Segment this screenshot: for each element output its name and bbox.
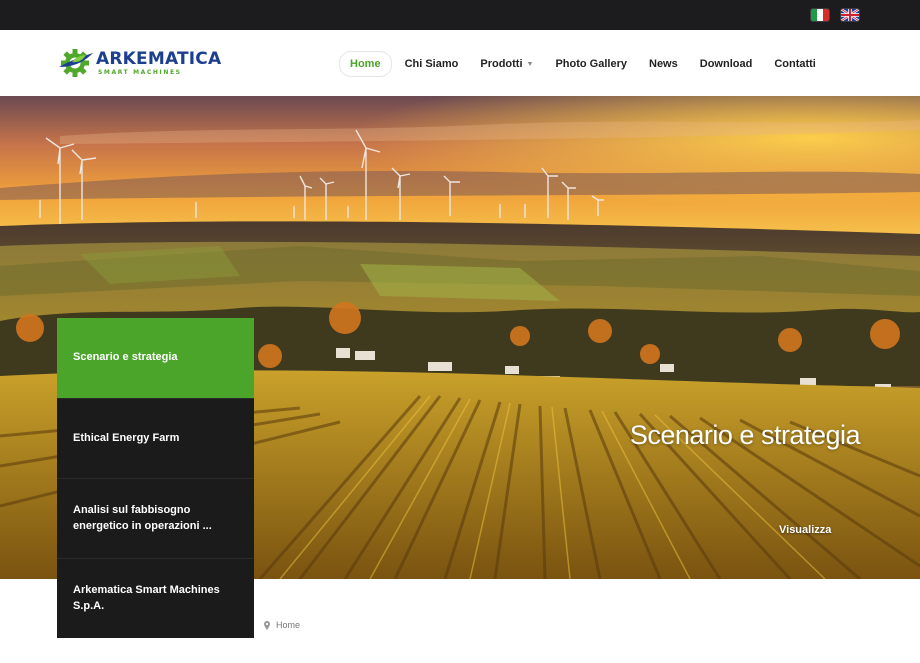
slide-label: Analisi sul fabbisogno energetico in ope… (73, 503, 212, 532)
italian-flag-icon[interactable] (811, 9, 829, 21)
nav-item-photo-gallery[interactable]: Photo Gallery (544, 52, 638, 76)
nav-item-chi-siamo[interactable]: Chi Siamo (394, 52, 470, 76)
slide-label: Arkematica Smart Machines S.p.A. (73, 583, 220, 612)
slide-item-ethical-energy-farm[interactable]: Ethical Energy Farm (57, 398, 254, 478)
nav-news-label: News (649, 58, 678, 70)
hero-title: Scenario e strategia (629, 420, 861, 450)
nav-item-prodotti[interactable]: Prodotti ▼ (469, 52, 544, 76)
brand-logo[interactable]: ARKEMATICA SMART MACHINES (58, 46, 221, 80)
nav-chi-siamo-label: Chi Siamo (404, 58, 459, 70)
slide-item-analisi[interactable]: Analisi sul fabbisogno energetico in ope… (57, 478, 254, 558)
nav-item-contatti[interactable]: Contatti (763, 52, 827, 76)
brand-tagline: SMART MACHINES (98, 68, 182, 76)
slide-list: Scenario e strategia Ethical Energy Farm… (57, 318, 254, 638)
uk-flag-icon[interactable] (841, 9, 859, 21)
nav-item-download[interactable]: Download (689, 52, 764, 76)
main-nav: Home Chi Siamo Prodotti ▼ Photo Gallery N… (339, 51, 827, 77)
nav-prodotti-label: Prodotti (480, 58, 523, 70)
gear-leaf-logo-icon (59, 49, 93, 77)
slide-label: Scenario e strategia (73, 351, 178, 364)
site-header: ARKEMATICA SMART MACHINES Home Chi Siamo… (0, 30, 920, 96)
slide-item-scenario[interactable]: Scenario e strategia (57, 318, 254, 398)
map-pin-icon (264, 620, 270, 630)
nav-photo-gallery-label: Photo Gallery (555, 58, 627, 70)
nav-contatti-label: Contatti (774, 58, 816, 70)
slide-item-arkematica[interactable]: Arkematica Smart Machines S.p.A. (57, 558, 254, 638)
slide-label: Ethical Energy Farm (73, 431, 180, 444)
chevron-down-icon: ▼ (526, 60, 534, 68)
brand-name: ARKEMATICA (96, 48, 222, 69)
breadcrumb-home-link[interactable]: Home (276, 620, 300, 630)
nav-download-label: Download (699, 58, 753, 70)
nav-item-news[interactable]: News (638, 52, 689, 76)
top-bar (0, 0, 920, 30)
view-link[interactable]: Visualizza (779, 524, 831, 536)
breadcrumb: Home (264, 620, 300, 630)
nav-home-label: Home (350, 58, 381, 70)
nav-item-home[interactable]: Home (339, 51, 392, 77)
